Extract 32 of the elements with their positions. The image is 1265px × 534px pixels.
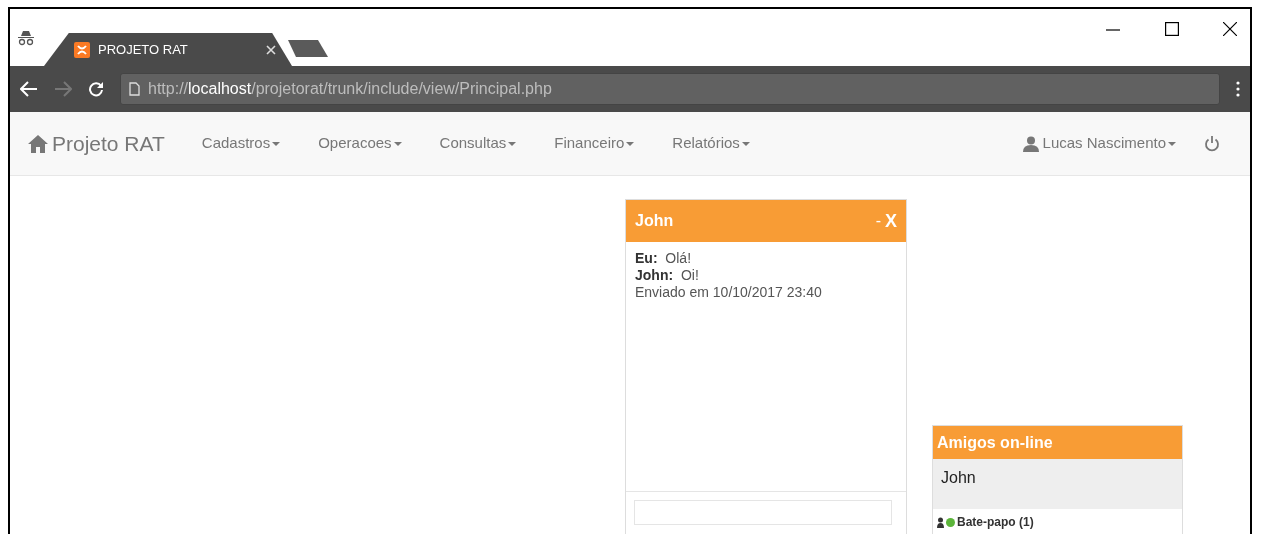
nav-menu[interactable]: Consultas bbox=[420, 132, 536, 155]
url-text: http://localhost/projetorat/trunk/include/view/Principal.php bbox=[148, 79, 552, 99]
menu-icon[interactable] bbox=[1236, 81, 1240, 97]
nav-menu[interactable]: Relatórios bbox=[653, 132, 769, 155]
back-icon[interactable] bbox=[20, 81, 38, 97]
power-icon[interactable] bbox=[1204, 135, 1220, 152]
address-bar[interactable]: http://localhost/projetorat/trunk/include/view/Principal.php bbox=[120, 73, 1220, 105]
incognito-icon bbox=[18, 30, 34, 46]
maximize-icon[interactable] bbox=[1165, 22, 1179, 36]
sent-timestamp: Enviado em 10/10/2017 23:40 bbox=[635, 283, 823, 301]
friends-title: Amigos on-line bbox=[937, 432, 1053, 453]
chat-title: John bbox=[635, 211, 674, 231]
brand-title[interactable]: Projeto RAT bbox=[52, 127, 165, 160]
user-icon bbox=[1022, 135, 1039, 152]
page-icon bbox=[129, 82, 140, 96]
tab-title: PROJETO RAT bbox=[98, 40, 189, 59]
nav-menu[interactable]: Operacoes bbox=[299, 132, 421, 155]
nav-menu[interactable]: Financeiro bbox=[535, 132, 654, 155]
reload-icon[interactable] bbox=[88, 81, 104, 97]
chat-count[interactable]: Bate-papo (1) bbox=[957, 513, 1034, 531]
new-tab-button[interactable] bbox=[288, 40, 328, 57]
browser-tab[interactable]: PROJETO RAT bbox=[44, 33, 292, 66]
home-icon bbox=[28, 134, 48, 153]
close-icon[interactable] bbox=[1223, 22, 1237, 36]
chat-message: Eu: Olá! bbox=[635, 250, 693, 267]
person-icon bbox=[937, 516, 944, 528]
online-dot-icon bbox=[946, 517, 955, 527]
friend-item[interactable]: John bbox=[933, 459, 1182, 509]
user-menu[interactable]: Lucas Nascimento bbox=[1003, 132, 1204, 155]
nav-menu[interactable]: Cadastros bbox=[182, 132, 300, 155]
message-input[interactable] bbox=[634, 500, 892, 525]
chat-message: John: Oi! bbox=[635, 266, 700, 284]
